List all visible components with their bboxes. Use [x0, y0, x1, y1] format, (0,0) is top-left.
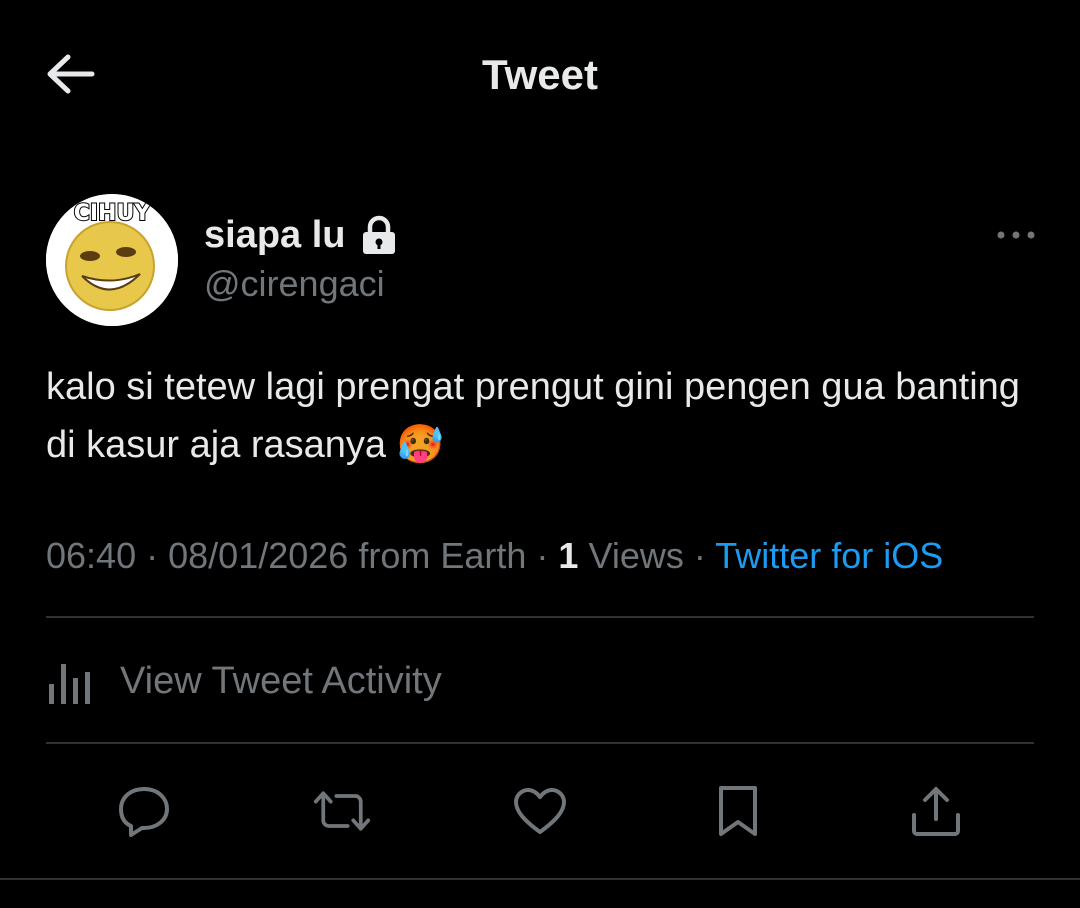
avatar[interactable]: CIHUY [46, 194, 178, 326]
analytics-icon [49, 664, 90, 704]
display-name-row: siapa lu [204, 212, 398, 258]
share-button[interactable] [906, 781, 966, 841]
meta-separator: · [146, 535, 159, 576]
tweet-time: 06:40 [46, 535, 137, 576]
page-title: Tweet [482, 51, 598, 98]
tweet-location: from Earth [358, 535, 527, 576]
user-handle[interactable]: @cirengaci [204, 262, 385, 306]
views-count: 1 [558, 535, 579, 576]
avatar-image: CIHUY [46, 194, 178, 326]
tweet-author: CIHUY siapa lu @cirengaci [46, 194, 1036, 326]
retweet-button[interactable] [312, 781, 372, 841]
like-icon [514, 788, 566, 834]
tweet-source-link[interactable]: Twitter for iOS [715, 535, 943, 576]
share-icon [912, 787, 960, 836]
retweet-icon [313, 791, 371, 831]
top-bar: Tweet [0, 0, 1080, 150]
avatar-caption: CIHUY [74, 201, 152, 226]
bookmark-button[interactable] [708, 781, 768, 841]
reply-icon [119, 787, 169, 837]
lock-icon [362, 215, 395, 254]
divider [0, 878, 1080, 880]
tweet-date: 08/01/2026 [168, 535, 349, 576]
bookmark-icon [719, 786, 757, 836]
more-options-button[interactable] [996, 220, 1036, 250]
reply-button[interactable] [114, 781, 174, 841]
activity-label: View Tweet Activity [120, 659, 442, 702]
display-name[interactable]: siapa lu [204, 212, 346, 258]
meta-separator: · [693, 535, 706, 576]
views-label: Views [588, 535, 684, 576]
meta-separator: · [536, 535, 549, 576]
more-horizontal-icon [997, 231, 1035, 239]
tweet-text: kalo si tetew lagi prengat prengut gini … [46, 366, 1020, 466]
view-tweet-activity-button[interactable]: View Tweet Activity [46, 620, 1034, 742]
like-button[interactable] [510, 781, 570, 841]
tweet-meta: 06:40 · 08/01/2026 from Earth · 1 Views … [46, 532, 943, 580]
tweet-action-bar [0, 745, 1080, 877]
divider [46, 742, 1034, 744]
divider [46, 616, 1034, 618]
